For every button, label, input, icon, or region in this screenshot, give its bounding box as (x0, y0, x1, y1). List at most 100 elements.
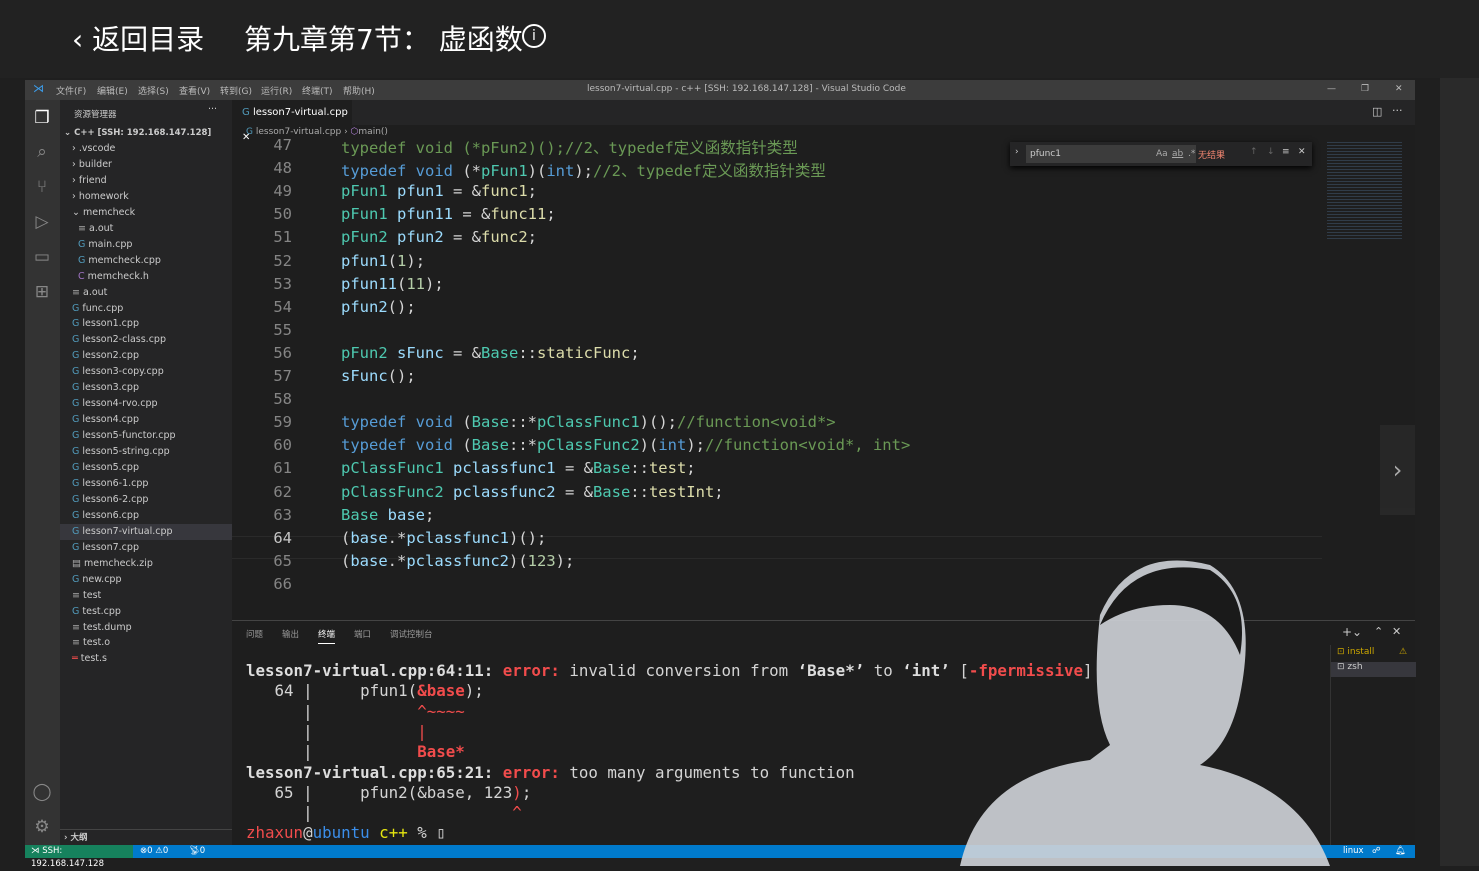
workspace-root[interactable]: ⌄ C++ [SSH: 192.168.147.128] (60, 125, 232, 141)
terminal-text: &base (417, 681, 465, 701)
regex-icon[interactable]: .* (1188, 145, 1195, 163)
find-input[interactable]: pfunc1 Aa ab .* (1026, 145, 1196, 163)
file-tree-item[interactable]: G lesson3-copy.cpp (60, 364, 232, 380)
restore-icon[interactable]: ❐ (1361, 84, 1369, 94)
file-tree-item[interactable]: ≡ test.o (60, 635, 232, 651)
editor[interactable]: G lesson7-virtual.cpp ✕ ◫ ··· G lesson7-… (232, 100, 1415, 600)
file-tree-item[interactable]: G lesson2-class.cpp (60, 332, 232, 348)
menu-item[interactable]: 转到(G) (220, 84, 252, 97)
menu-item[interactable]: 查看(V) (179, 84, 210, 97)
file-tree-item[interactable]: ▤ memcheck.zip (60, 556, 232, 572)
file-tree-item[interactable]: ≡ test.dump (60, 620, 232, 636)
close-icon[interactable]: ✕ (1395, 84, 1403, 94)
file-tree-item[interactable]: G lesson5-functor.cpp (60, 428, 232, 444)
match-whole-word-icon[interactable]: ab (1172, 145, 1183, 163)
minimap[interactable] (1327, 140, 1402, 240)
file-tree-item[interactable]: G func.cpp (60, 301, 232, 317)
maximize-panel-icon[interactable]: ⌃ (1374, 625, 1383, 638)
file-tree-item[interactable]: G memcheck.cpp (60, 253, 232, 269)
cpp-file-icon: G (72, 605, 80, 617)
code-token: pfun1 (341, 251, 388, 270)
file-tree-item[interactable]: G lesson5-string.cpp (60, 444, 232, 460)
search-icon[interactable]: ⌕ (32, 142, 52, 162)
line-number: 67 (232, 598, 292, 600)
ports-indicator[interactable]: 📡︎0 (189, 845, 205, 858)
file-tree-item[interactable]: G main.cpp (60, 237, 232, 253)
close-find-icon[interactable]: ✕ (1298, 147, 1306, 157)
notifications-bell-icon[interactable]: 🔔︎ (1395, 845, 1406, 858)
file-tree-item[interactable]: ≡ a.out (60, 285, 232, 301)
line-number: 56 (273, 343, 292, 362)
terminal-text: invalid conversion from (569, 661, 798, 680)
file-tree-item[interactable]: ═ test.s (60, 651, 232, 667)
terminal-item-install[interactable]: ⊡ install ⚠ (1337, 647, 1417, 657)
next-match-icon[interactable]: ↓ (1267, 147, 1275, 157)
next-page-arrow-icon[interactable]: › (1380, 425, 1415, 515)
code-token: pclassfunc1 (406, 528, 509, 547)
close-panel-icon[interactable]: ✕ (1392, 625, 1401, 638)
code-line: pFun1 pfun11 = &func11; (341, 205, 556, 223)
file-tree-item[interactable]: G lesson7-virtual.cpp (60, 523, 232, 540)
chevron-right-icon: › (72, 174, 76, 186)
file-tree-item[interactable]: › builder (60, 157, 232, 173)
feedback-icon[interactable]: ☍ (1372, 845, 1381, 858)
file-tree-item[interactable]: G lesson6-1.cpp (60, 476, 232, 492)
menu-item[interactable]: 编辑(E) (97, 84, 128, 97)
file-tree-item[interactable]: G lesson4.cpp (60, 412, 232, 428)
code-token: pClassFunc1 (537, 413, 640, 432)
find-in-selection-icon[interactable]: ≡ (1282, 147, 1290, 157)
file-tree-item[interactable]: G test.cpp (60, 604, 232, 620)
file-tree-item[interactable]: G lesson1.cpp (60, 316, 232, 332)
toggle-replace-icon[interactable]: › (1015, 147, 1019, 157)
file-tree-item[interactable]: ≡ a.out (60, 221, 232, 237)
file-tree-item[interactable]: G lesson7.cpp (60, 540, 232, 556)
info-icon[interactable]: i (522, 24, 546, 48)
code-token: pFun1 (481, 162, 528, 181)
file-tree-item[interactable]: ≡ test (60, 588, 232, 604)
explorer-icon[interactable]: ❐ (32, 108, 52, 128)
file-tree-item[interactable]: G new.cpp (60, 572, 232, 588)
minimize-icon[interactable]: — (1327, 84, 1336, 94)
file-tree-item[interactable]: C memcheck.h (60, 269, 232, 285)
extensions-icon[interactable]: ⊞ (32, 282, 52, 302)
cpp-file-icon: G (72, 493, 80, 505)
file-tree-item[interactable]: › friend (60, 173, 232, 189)
zip-file-icon: ▤ (72, 557, 81, 569)
remote-indicator[interactable]: ⋊ SSH: 192.168.147.128 (25, 845, 133, 869)
problems-indicator[interactable]: ⊗0 ⚠0 (140, 845, 168, 858)
code-area[interactable]: 47 typedef void (*pFun2)();//2、typedef定义函… (232, 100, 1415, 600)
code-token: pfun11 (341, 274, 397, 293)
match-case-icon[interactable]: Aa (1156, 145, 1168, 163)
menu-item[interactable]: 文件(F) (56, 84, 86, 97)
menu-item[interactable]: 终端(T) (302, 84, 333, 97)
code-token: int (546, 162, 575, 181)
file-tree-item[interactable]: › .vscode (60, 141, 232, 157)
menu-item[interactable]: 运行(R) (261, 84, 292, 97)
file-tree-item[interactable]: ⌄ memcheck (60, 205, 232, 221)
menu-item[interactable]: 帮助(H) (343, 84, 375, 97)
file-tree-item[interactable]: G lesson6-2.cpp (60, 492, 232, 508)
code-token: ); (555, 551, 575, 570)
file-tree-item[interactable]: G lesson2.cpp (60, 348, 232, 364)
outline-section[interactable]: › 大纲 (60, 829, 232, 845)
run-debug-icon[interactable]: ▷ (32, 212, 52, 232)
terminal-line: | ^~~~~ (246, 702, 465, 721)
file-tree-item[interactable]: G lesson5.cpp (60, 460, 232, 476)
more-actions-icon[interactable]: ··· (208, 104, 217, 115)
file-tree-item[interactable]: G lesson3.cpp (60, 380, 232, 396)
file-tree-item[interactable]: G lesson6.cpp (60, 508, 232, 524)
file-tree-item[interactable]: G lesson4-rvo.cpp (60, 396, 232, 412)
source-control-icon[interactable]: ⑂ (32, 177, 52, 197)
back-to-catalog-button[interactable]: ‹ 返回目录 (72, 18, 204, 58)
remote-explorer-icon[interactable]: ▭ (32, 247, 52, 267)
code-token: pclassfunc2 (406, 551, 509, 570)
code-token: 1 (397, 251, 407, 270)
new-terminal-icon[interactable]: +⌄ (1342, 625, 1362, 639)
account-icon[interactable]: ◯ (32, 782, 52, 802)
menu-item[interactable]: 选择(S) (138, 84, 169, 97)
terminal-item-zsh[interactable]: ⊡ zsh (1331, 662, 1416, 677)
previous-match-icon[interactable]: ↑ (1250, 147, 1258, 157)
code-token: = & (555, 482, 593, 501)
file-tree-item[interactable]: › homework (60, 189, 232, 205)
settings-gear-icon[interactable]: ⚙ (32, 817, 52, 837)
